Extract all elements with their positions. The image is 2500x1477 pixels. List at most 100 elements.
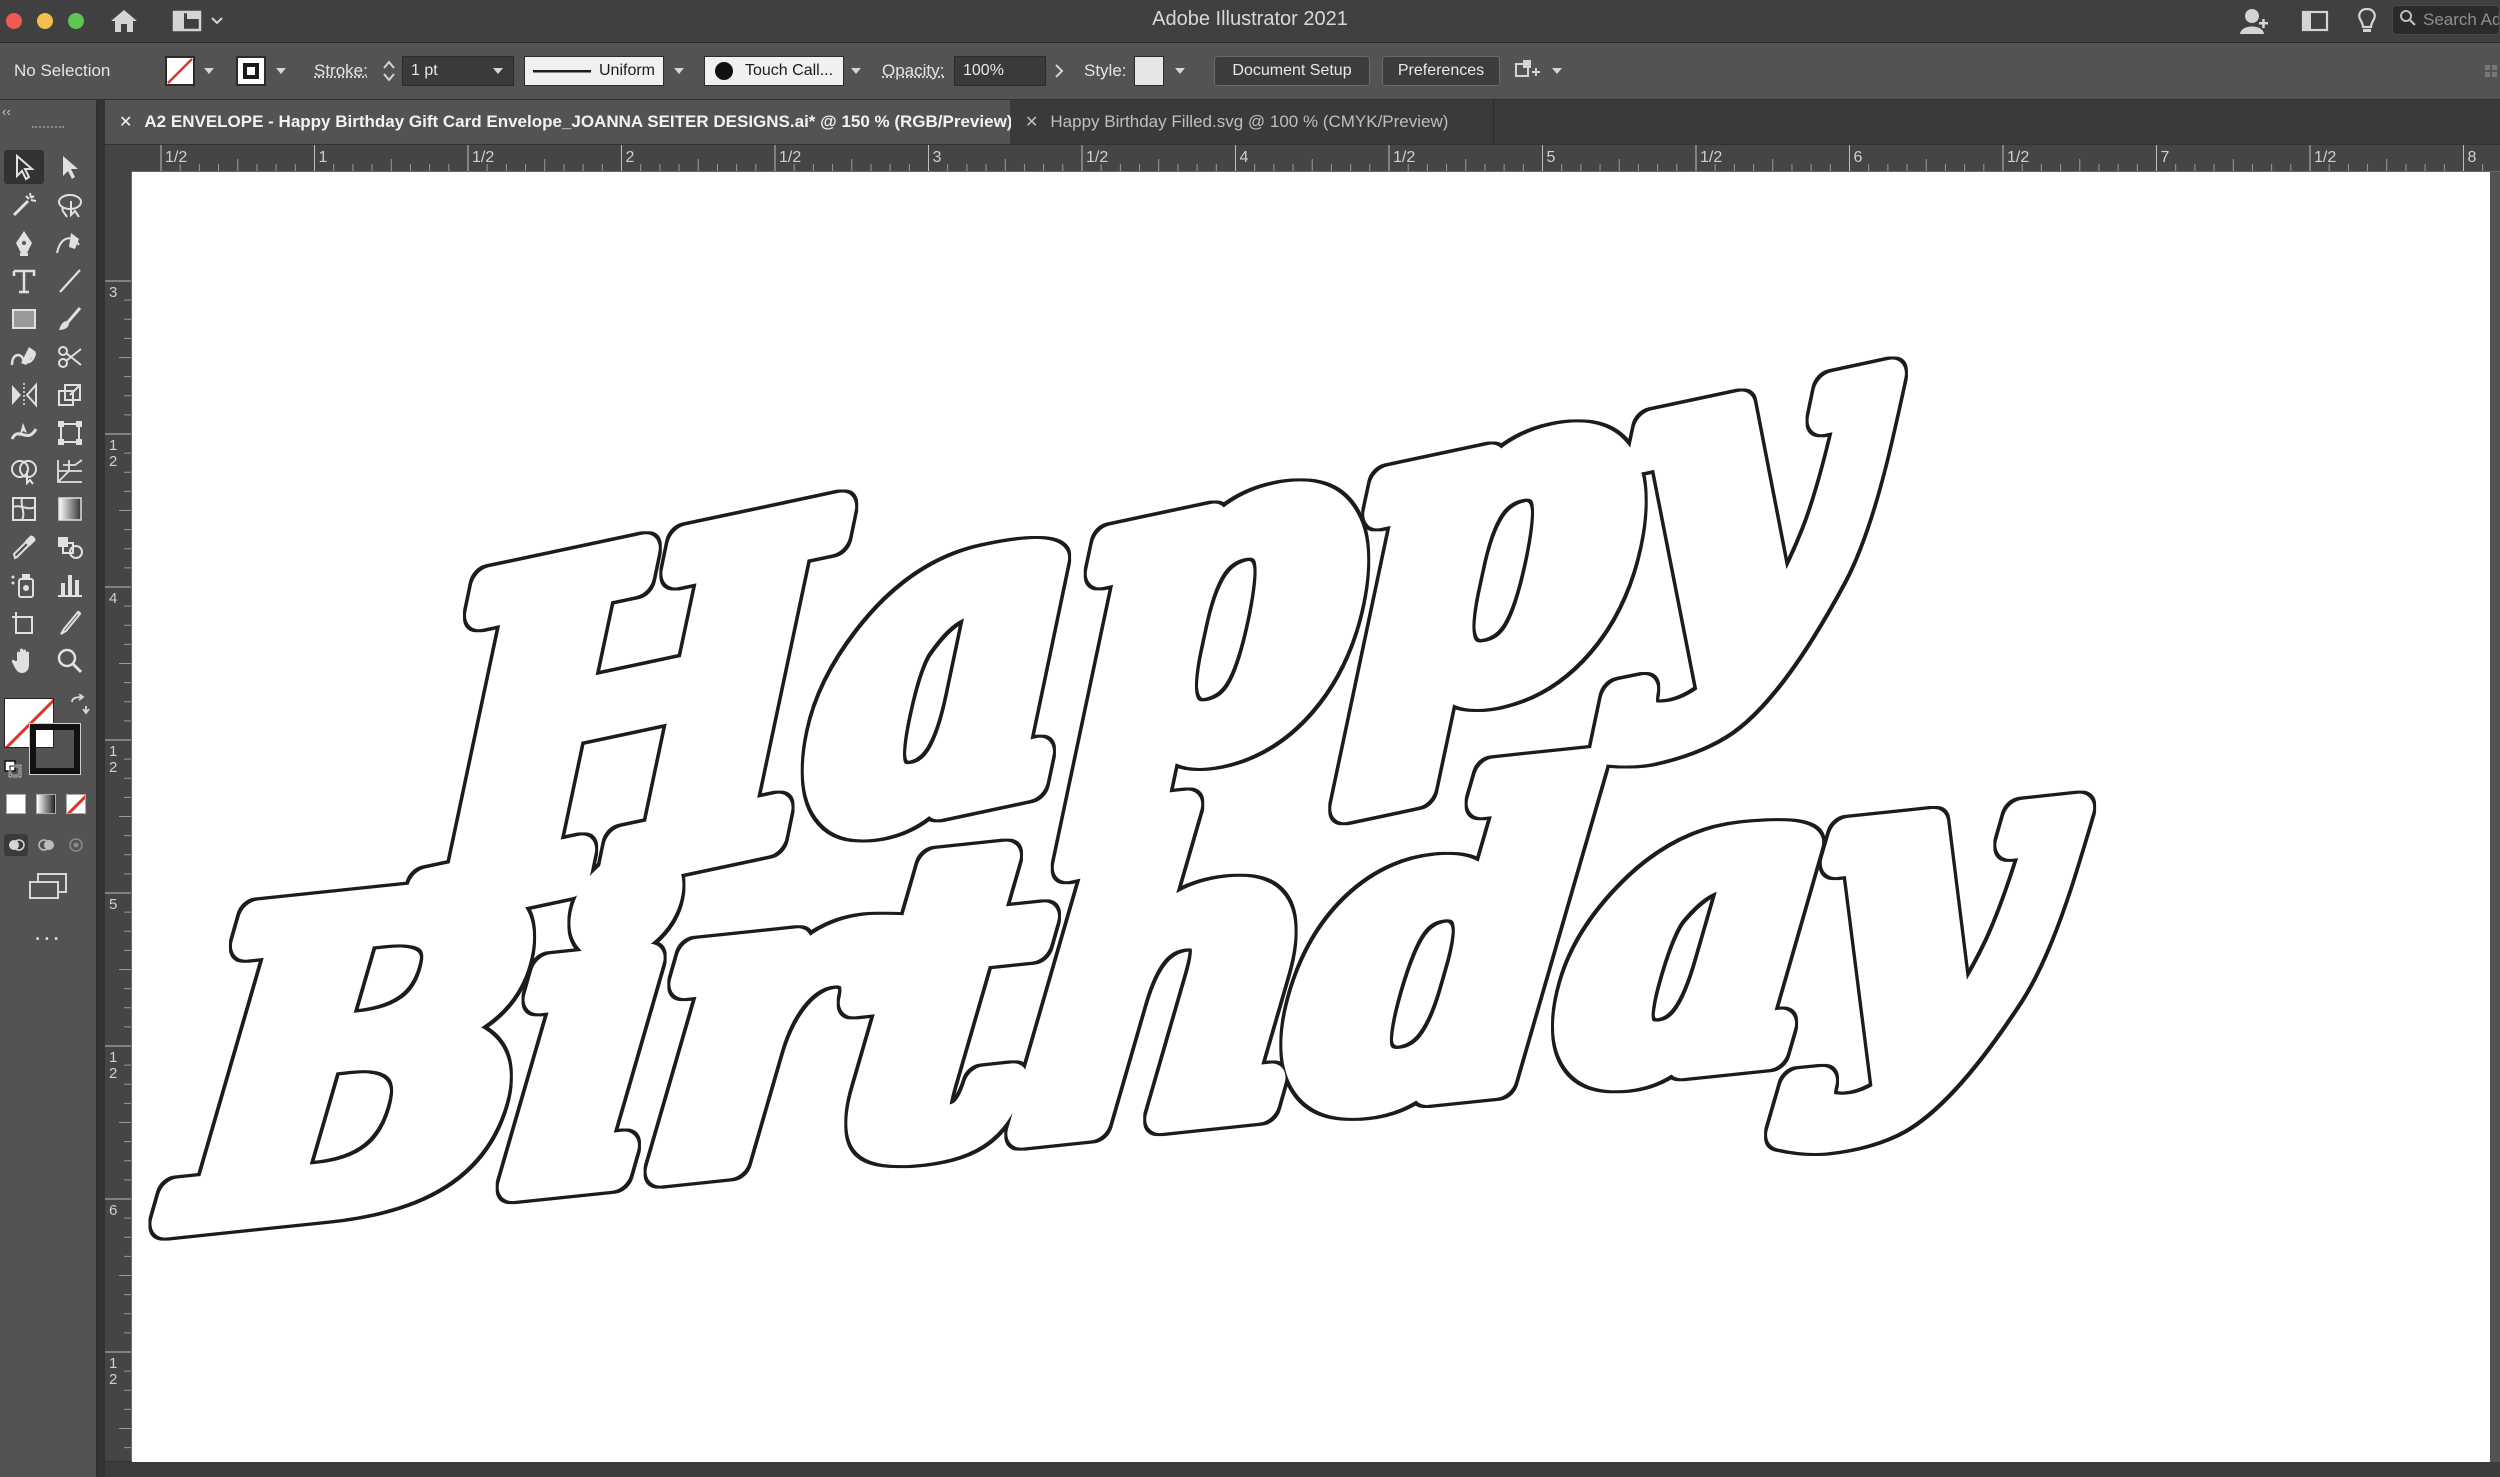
stroke-color-box[interactable]	[29, 723, 81, 775]
vertical-ruler-ticks: 312412512612	[105, 280, 131, 1449]
graphic-style-chevron-icon[interactable]	[1175, 43, 1185, 99]
ruler-label: 1/2	[2007, 149, 2029, 166]
stroke-label[interactable]: Stroke:	[314, 43, 368, 99]
perspective-grid-tool-icon[interactable]	[50, 454, 90, 488]
scissors-tool-icon[interactable]	[50, 340, 90, 374]
ruler-label: 1	[109, 1355, 117, 1372]
tab-active-document[interactable]: ✕ A2 ENVELOPE - Happy Birthday Gift Card…	[105, 100, 1012, 144]
ruler-label: 1/2	[2314, 149, 2336, 166]
default-fill-stroke-icon[interactable]	[4, 760, 22, 783]
edit-toolbar-button[interactable]: ...	[34, 916, 62, 947]
fill-swatch[interactable]	[165, 43, 195, 99]
pen-tool-icon[interactable]	[4, 226, 44, 260]
share-user-icon[interactable]	[2236, 4, 2272, 38]
close-tab-icon[interactable]: ✕	[1025, 112, 1038, 132]
draw-inside-icon[interactable]	[64, 834, 88, 856]
stroke-weight-stepper-icon[interactable]	[382, 43, 396, 99]
brush-definition-dropdown[interactable]: Touch Call...	[704, 56, 844, 86]
swap-fill-stroke-icon[interactable]	[68, 693, 90, 721]
selection-status: No Selection	[14, 61, 111, 80]
panel-menu-icon[interactable]	[2484, 43, 2498, 99]
brush-wrap: Touch Call...	[704, 43, 844, 99]
ruler-label: 1	[109, 743, 117, 760]
ruler-label: 5	[109, 896, 117, 913]
tab-inactive-document[interactable]: ✕ Happy Birthday Filled.svg @ 100 % (CMY…	[1011, 100, 1494, 144]
selection-tool-icon[interactable]	[4, 150, 44, 184]
app-title: Adobe Illustrator 2021	[1152, 8, 1348, 30]
opacity-value: 100%	[963, 62, 1004, 79]
horizontal-ruler[interactable]: 1/2 1 1/2 2 1/2 3 1/2 4 1/2 5 1/2 6 1/2 7 1/2 8	[105, 145, 2500, 172]
slice-tool-icon[interactable]	[50, 606, 90, 640]
ruler-label: 2	[109, 759, 117, 776]
blend-tool-icon[interactable]	[50, 530, 90, 564]
discover-lightbulb-icon[interactable]	[2352, 4, 2382, 38]
document-setup-button[interactable]: Document Setup	[1214, 56, 1370, 86]
ruler-origin[interactable]	[105, 145, 131, 171]
symbol-sprayer-tool-icon[interactable]	[4, 568, 44, 602]
arrange-panel-icon[interactable]	[1514, 43, 1542, 99]
arrange-documents-icon[interactable]	[2300, 4, 2330, 38]
lettering-artwork[interactable]: Happy Birthday	[132, 172, 2490, 1462]
opacity-field[interactable]: 100%	[954, 56, 1046, 86]
free-transform-tool-icon[interactable]	[50, 416, 90, 450]
hand-tool-icon[interactable]	[4, 644, 44, 678]
curvature-tool-icon[interactable]	[50, 226, 90, 260]
opacity-label[interactable]: Opacity:	[882, 43, 944, 99]
brush-chevron-icon[interactable]	[851, 43, 861, 99]
shape-builder-tool-icon[interactable]	[4, 454, 44, 488]
artboard-tool-icon[interactable]	[4, 606, 44, 640]
eyedropper-tool-icon[interactable]	[4, 530, 44, 564]
type-tool-icon[interactable]	[4, 264, 44, 298]
brush-dot-icon	[715, 62, 733, 80]
direct-selection-tool-icon[interactable]	[50, 150, 90, 184]
stroke-dropdown-chevron-icon[interactable]	[276, 43, 286, 99]
gradient-tool-icon[interactable]	[50, 492, 90, 526]
change-screen-mode-icon[interactable]	[28, 872, 68, 905]
search-stock-input[interactable]: Search Adobe Stock	[2392, 5, 2500, 35]
draw-normal-icon[interactable]	[4, 834, 28, 856]
stroke-profile-chevron-icon[interactable]	[674, 43, 684, 99]
collapse-panel-icon[interactable]: ‹‹	[2, 104, 11, 119]
scale-tool-icon[interactable]	[50, 378, 90, 412]
fill-dropdown-chevron-icon[interactable]	[204, 43, 214, 99]
opacity-wrap: 100%	[954, 43, 1046, 99]
preferences-button[interactable]: Preferences	[1382, 56, 1500, 86]
ruler-label: 1/2	[1700, 149, 1722, 166]
status-bar	[105, 1462, 2500, 1477]
rectangle-tool-icon[interactable]	[4, 302, 44, 336]
zoom-tool-icon[interactable]	[50, 644, 90, 678]
ruler-label: 2	[109, 1065, 117, 1082]
ruler-label: 1/2	[779, 149, 801, 166]
ruler-label: 2	[109, 453, 117, 470]
stroke-profile-dropdown[interactable]: Uniform	[524, 56, 664, 86]
color-mode-button[interactable]	[6, 794, 26, 814]
ruler-label: 1/2	[472, 149, 494, 166]
gradient-mode-button[interactable]	[36, 794, 56, 814]
mesh-tool-icon[interactable]	[4, 492, 44, 526]
none-mode-button[interactable]	[66, 794, 86, 814]
column-graph-tool-icon[interactable]	[50, 568, 90, 602]
vertical-ruler[interactable]: 312412512612	[105, 171, 132, 1461]
panel-grip[interactable]	[32, 126, 64, 132]
draw-behind-icon[interactable]	[34, 834, 58, 856]
artboard[interactable]: Happy Birthday	[132, 172, 2490, 1462]
stroke-swatch[interactable]	[236, 43, 266, 99]
rotate-tool-icon[interactable]	[4, 378, 44, 412]
search-icon	[2399, 9, 2419, 32]
ruler-label: 1	[109, 1049, 117, 1066]
paintbrush-tool-icon[interactable]	[50, 302, 90, 336]
ruler-label: 3	[109, 284, 117, 301]
arrange-panel-chevron-icon[interactable]	[1552, 43, 1562, 99]
opacity-expand-chevron-icon[interactable]	[1054, 43, 1064, 99]
width-tool-icon[interactable]	[4, 416, 44, 450]
ruler-label: 1/2	[1086, 149, 1108, 166]
style-label: Style:	[1084, 61, 1127, 80]
tab-label: Happy Birthday Filled.svg @ 100 % (CMYK/…	[1050, 112, 1449, 131]
shaper-tool-icon[interactable]	[4, 340, 44, 374]
graphic-style-swatch[interactable]	[1134, 43, 1164, 99]
close-tab-icon[interactable]: ✕	[119, 112, 132, 132]
stroke-weight-chevron-icon[interactable]	[493, 43, 503, 99]
line-segment-tool-icon[interactable]	[50, 264, 90, 298]
magic-wand-tool-icon[interactable]	[4, 188, 44, 222]
lasso-tool-icon[interactable]	[50, 188, 90, 222]
